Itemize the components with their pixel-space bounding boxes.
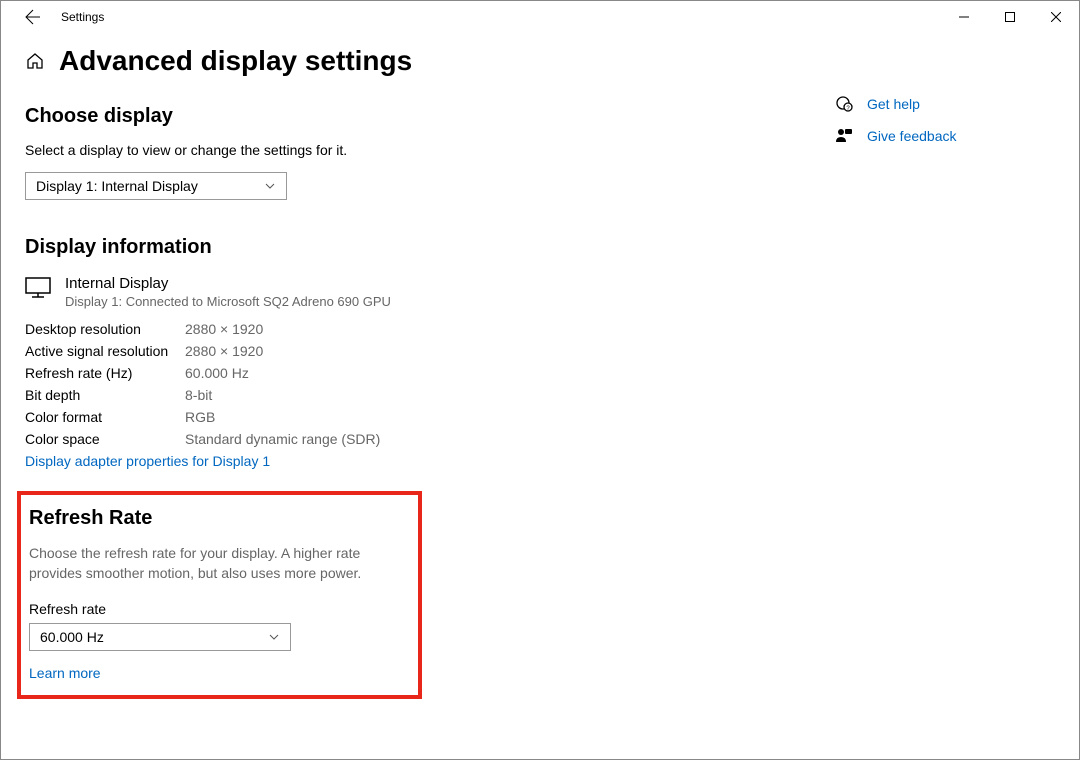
monitor-icon: [25, 277, 51, 309]
give-feedback-link[interactable]: Give feedback: [835, 127, 1055, 145]
info-row: Bit depth 8-bit: [25, 387, 795, 403]
chevron-down-icon: [268, 631, 280, 643]
info-label: Active signal resolution: [25, 343, 185, 359]
info-value: 60.000 Hz: [185, 365, 249, 381]
info-row: Color format RGB: [25, 409, 795, 425]
info-value: Standard dynamic range (SDR): [185, 431, 380, 447]
refresh-rate-heading: Refresh Rate: [29, 507, 410, 530]
refresh-rate-dropdown[interactable]: 60.000 Hz: [29, 623, 291, 651]
display-info-heading: Display information: [25, 236, 795, 259]
get-help-link[interactable]: ? Get help: [835, 95, 1055, 113]
info-row: Color space Standard dynamic range (SDR): [25, 431, 795, 447]
minimize-button[interactable]: [941, 1, 987, 33]
refresh-rate-value: 60.000 Hz: [40, 629, 104, 645]
help-icon: ?: [835, 95, 855, 113]
display-selector-dropdown[interactable]: Display 1: Internal Display: [25, 172, 287, 200]
display-subtitle: Display 1: Connected to Microsoft SQ2 Ad…: [65, 294, 391, 309]
info-value: 2880 × 1920: [185, 321, 263, 337]
window-title: Settings: [53, 10, 104, 24]
choose-display-desc: Select a display to view or change the s…: [25, 142, 795, 158]
info-row: Desktop resolution 2880 × 1920: [25, 321, 795, 337]
titlebar: Settings: [1, 1, 1079, 33]
refresh-rate-label: Refresh rate: [29, 601, 410, 617]
info-value: RGB: [185, 409, 215, 425]
back-button[interactable]: [13, 1, 53, 33]
info-label: Color format: [25, 409, 185, 425]
page-title: Advanced display settings: [59, 45, 412, 77]
info-row: Refresh rate (Hz) 60.000 Hz: [25, 365, 795, 381]
info-value: 2880 × 1920: [185, 343, 263, 359]
close-icon: [1051, 12, 1061, 22]
maximize-button[interactable]: [987, 1, 1033, 33]
learn-more-link[interactable]: Learn more: [29, 665, 101, 681]
adapter-properties-link[interactable]: Display adapter properties for Display 1: [25, 453, 270, 469]
info-label: Desktop resolution: [25, 321, 185, 337]
page-header: Advanced display settings: [25, 45, 795, 77]
display-name: Internal Display: [65, 275, 391, 292]
feedback-icon: [835, 127, 855, 145]
close-button[interactable]: [1033, 1, 1079, 33]
refresh-rate-highlight: Refresh Rate Choose the refresh rate for…: [17, 491, 422, 699]
info-label: Bit depth: [25, 387, 185, 403]
home-icon[interactable]: [25, 51, 45, 71]
info-value: 8-bit: [185, 387, 212, 403]
back-arrow-icon: [25, 9, 41, 25]
minimize-icon: [959, 12, 969, 22]
info-label: Color space: [25, 431, 185, 447]
info-label: Refresh rate (Hz): [25, 365, 185, 381]
info-row: Active signal resolution 2880 × 1920: [25, 343, 795, 359]
give-feedback-label: Give feedback: [867, 128, 957, 144]
get-help-label: Get help: [867, 96, 920, 112]
maximize-icon: [1005, 12, 1015, 22]
refresh-rate-desc: Choose the refresh rate for your display…: [29, 544, 410, 583]
window-controls: [941, 1, 1079, 33]
display-selector-value: Display 1: Internal Display: [36, 178, 198, 194]
display-header: Internal Display Display 1: Connected to…: [25, 275, 795, 309]
choose-display-heading: Choose display: [25, 105, 795, 128]
chevron-down-icon: [264, 180, 276, 192]
